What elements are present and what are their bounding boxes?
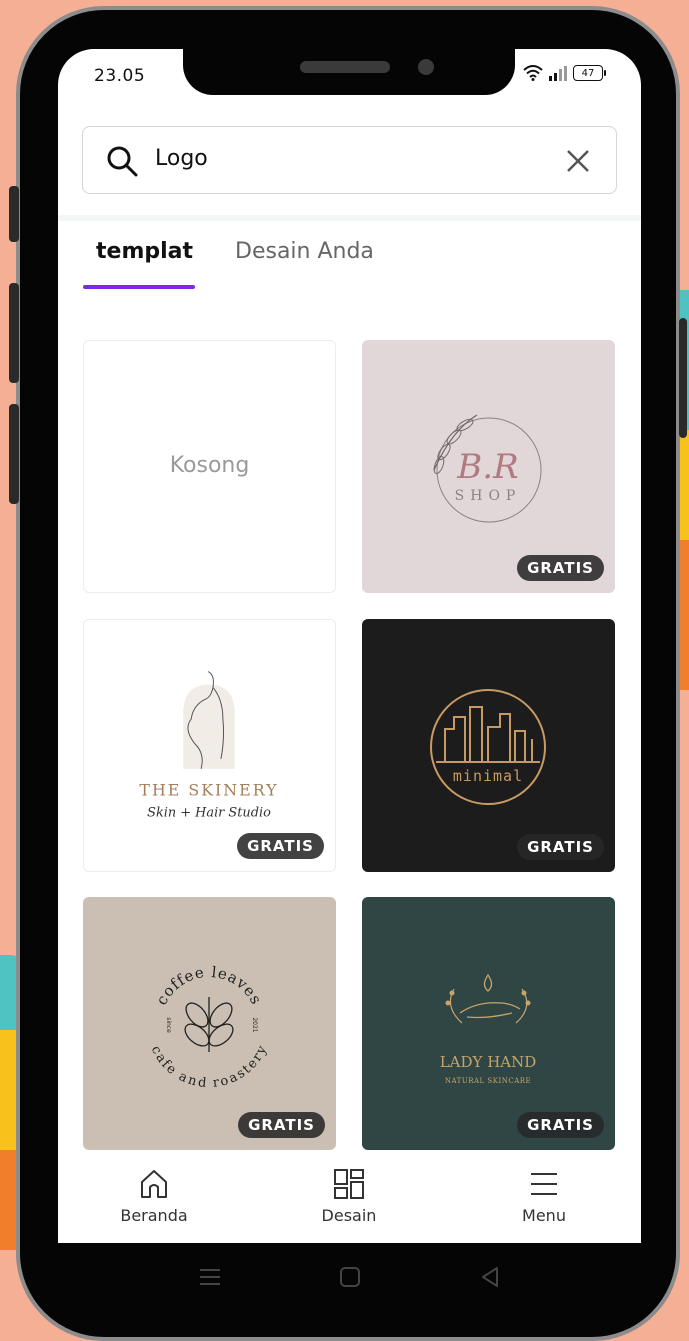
nav-home[interactable]: Beranda bbox=[94, 1167, 214, 1225]
nav-designs[interactable]: Desain bbox=[289, 1167, 409, 1225]
template-card-br-shop[interactable]: B.R SHOP GRATIS bbox=[362, 340, 615, 593]
template-card-lady-hand[interactable]: LADY HAND NATURAL SKINCARE GRATIS bbox=[362, 897, 615, 1150]
home-icon bbox=[141, 1170, 167, 1198]
free-badge: GRATIS bbox=[517, 555, 604, 581]
home-button-icon[interactable] bbox=[338, 1265, 362, 1289]
system-navigation bbox=[58, 1243, 641, 1313]
coffee-leaves-since: since bbox=[165, 1017, 172, 1033]
status-icons: 47 bbox=[523, 65, 606, 81]
grid-icon bbox=[334, 1169, 364, 1199]
recent-apps-icon[interactable] bbox=[198, 1265, 222, 1289]
menu-icon bbox=[531, 1173, 557, 1195]
app-screen: 23.05 47 Logo templat Desain Anda Kosong… bbox=[58, 49, 641, 1243]
template-card-the-skinery[interactable]: THE SKINERY Skin + Hair Studio GRATIS bbox=[83, 619, 336, 872]
br-shop-title: B.R bbox=[456, 447, 518, 487]
nav-designs-label: Desain bbox=[321, 1206, 377, 1225]
battery-icon: 47 bbox=[573, 65, 606, 81]
divider bbox=[58, 215, 641, 221]
nav-menu[interactable]: Menu bbox=[484, 1167, 604, 1225]
power-button bbox=[679, 318, 687, 438]
phone-notch bbox=[183, 49, 515, 95]
tab-active-indicator bbox=[83, 285, 195, 289]
free-badge: GRATIS bbox=[237, 833, 324, 859]
volume-down-button bbox=[9, 404, 19, 504]
back-icon[interactable] bbox=[478, 1265, 502, 1289]
template-card-blank[interactable]: Kosong bbox=[83, 340, 336, 593]
skinery-title: THE SKINERY bbox=[139, 781, 278, 800]
nav-home-label: Beranda bbox=[120, 1206, 188, 1225]
signal-icon bbox=[549, 66, 567, 81]
speaker bbox=[300, 61, 390, 73]
free-badge: GRATIS bbox=[238, 1112, 325, 1138]
search-icon bbox=[107, 146, 138, 177]
close-icon[interactable] bbox=[564, 147, 592, 175]
tab-templates[interactable]: templat bbox=[96, 239, 193, 264]
tab-your-designs[interactable]: Desain Anda bbox=[235, 239, 374, 264]
free-badge: GRATIS bbox=[517, 1112, 604, 1138]
template-card-coffee-leaves[interactable]: coffee leaves cafe and roastery since 20… bbox=[83, 897, 336, 1150]
front-camera bbox=[418, 59, 434, 75]
free-badge: GRATIS bbox=[517, 834, 604, 860]
volume-up-button bbox=[9, 283, 19, 383]
template-card-minimal[interactable]: minimal GRATIS bbox=[362, 619, 615, 872]
search-query: Logo bbox=[155, 146, 208, 171]
wifi-icon bbox=[523, 65, 543, 81]
coffee-leaves-year: 2021 bbox=[251, 1017, 258, 1032]
side-button bbox=[9, 186, 19, 242]
minimal-title: minimal bbox=[453, 767, 523, 785]
nav-menu-label: Menu bbox=[522, 1206, 566, 1225]
br-shop-subtitle: SHOP bbox=[455, 488, 522, 504]
lady-hand-title: LADY HAND bbox=[440, 1053, 537, 1071]
lady-hand-subtitle: NATURAL SKINCARE bbox=[445, 1077, 531, 1085]
status-time: 23.05 bbox=[94, 66, 146, 86]
skinery-subtitle: Skin + Hair Studio bbox=[147, 805, 271, 820]
search-input[interactable]: Logo bbox=[82, 126, 617, 194]
bottom-navigation: Beranda Desain Menu bbox=[58, 1159, 641, 1243]
blank-label: Kosong bbox=[169, 453, 250, 478]
